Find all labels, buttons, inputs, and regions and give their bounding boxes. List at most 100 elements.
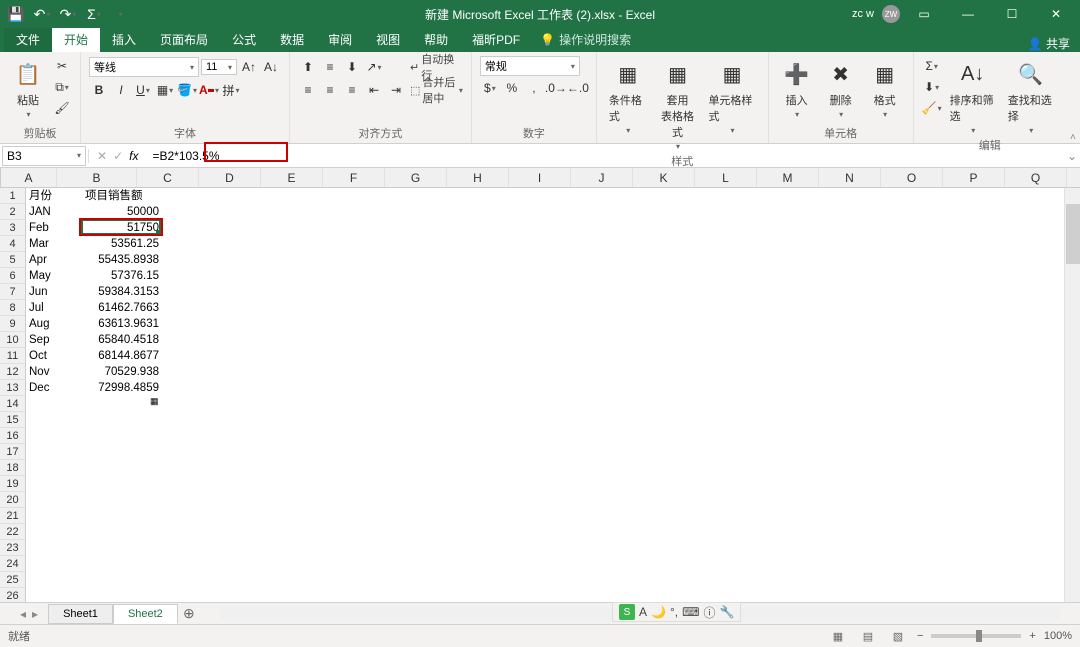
cell[interactable]: Mar	[26, 236, 82, 252]
row-header-13[interactable]: 13	[0, 380, 25, 396]
name-box[interactable]: B3▾	[2, 146, 86, 166]
col-header-R[interactable]: R	[1067, 168, 1080, 187]
enter-icon[interactable]: ✓	[113, 149, 123, 163]
tab-help[interactable]: 帮助	[412, 27, 460, 52]
user-name[interactable]: zc w	[852, 8, 874, 20]
conditional-format-button[interactable]: ▦条件格式▾	[605, 56, 651, 137]
tab-insert[interactable]: 插入	[100, 27, 148, 52]
cell[interactable]: Oct	[26, 348, 82, 364]
cell[interactable]: 70529.938	[82, 364, 162, 380]
cell[interactable]: Aug	[26, 316, 82, 332]
cell[interactable]: 51750	[82, 220, 162, 236]
cell[interactable]: 50000	[82, 204, 162, 220]
cell[interactable]: 63613.9631	[82, 316, 162, 332]
find-select-button[interactable]: 🔍查找和选择▾	[1004, 56, 1058, 137]
zoom-in-icon[interactable]: +	[1029, 630, 1035, 642]
increase-font-icon[interactable]: A↑	[239, 57, 259, 77]
expand-formula-icon[interactable]: ⌄	[1064, 149, 1080, 163]
percent-icon[interactable]: %	[502, 78, 522, 98]
col-header-C[interactable]: C	[137, 168, 199, 187]
save-icon[interactable]: 💾	[6, 4, 26, 24]
cell[interactable]: 项目销售额	[82, 188, 162, 204]
increase-decimal-icon[interactable]: .0→	[546, 78, 566, 98]
indent-decrease-icon[interactable]: ⇤	[364, 80, 384, 100]
ribbon-display-icon[interactable]: ▭	[904, 0, 944, 28]
col-header-K[interactable]: K	[633, 168, 695, 187]
ime-tray[interactable]: S A 🌙 °, ⌨ ⓘ 🔧	[612, 602, 741, 622]
close-icon[interactable]: ✕	[1036, 0, 1076, 28]
bold-button[interactable]: B	[89, 80, 109, 100]
ime-face-icon[interactable]: ⓘ	[703, 604, 715, 621]
zoom-slider[interactable]	[931, 634, 1021, 638]
phonetic-icon[interactable]: 拼▾	[221, 80, 241, 100]
tab-layout[interactable]: 页面布局	[148, 27, 220, 52]
indent-increase-icon[interactable]: ⇥	[386, 80, 406, 100]
col-header-H[interactable]: H	[447, 168, 509, 187]
col-header-D[interactable]: D	[199, 168, 261, 187]
decrease-decimal-icon[interactable]: ←.0	[568, 78, 588, 98]
tab-pdf[interactable]: 福昕PDF	[460, 27, 532, 52]
autosum-button[interactable]: Σ▾	[922, 56, 942, 76]
col-header-J[interactable]: J	[571, 168, 633, 187]
italic-button[interactable]: I	[111, 80, 131, 100]
row-header-7[interactable]: 7	[0, 284, 25, 300]
ime-punct-icon[interactable]: °,	[670, 605, 678, 619]
align-middle-icon[interactable]: ≡	[320, 57, 340, 77]
currency-icon[interactable]: $▾	[480, 78, 500, 98]
user-avatar[interactable]: ZW	[882, 5, 900, 23]
col-header-A[interactable]: A	[1, 168, 57, 187]
row-header-21[interactable]: 21	[0, 508, 25, 524]
normal-view-icon[interactable]: ▦	[827, 627, 849, 645]
row-header-23[interactable]: 23	[0, 540, 25, 556]
row-header-2[interactable]: 2	[0, 204, 25, 220]
tab-view[interactable]: 视图	[364, 27, 412, 52]
row-header-26[interactable]: 26	[0, 588, 25, 602]
autofill-options-icon[interactable]: ▦	[150, 396, 160, 406]
undo-icon[interactable]: ↶▾	[32, 4, 52, 24]
cell[interactable]: Apr	[26, 252, 82, 268]
row-header-18[interactable]: 18	[0, 460, 25, 476]
row-header-19[interactable]: 19	[0, 476, 25, 492]
tab-home[interactable]: 开始	[52, 27, 100, 52]
minimize-icon[interactable]: —	[948, 0, 988, 28]
col-header-P[interactable]: P	[943, 168, 1005, 187]
row-header-11[interactable]: 11	[0, 348, 25, 364]
cell[interactable]: Sep	[26, 332, 82, 348]
col-header-B[interactable]: B	[57, 168, 137, 187]
cell[interactable]: 57376.15	[82, 268, 162, 284]
vertical-scrollbar[interactable]	[1064, 188, 1080, 602]
cell[interactable]: Nov	[26, 364, 82, 380]
col-header-Q[interactable]: Q	[1005, 168, 1067, 187]
fx-icon[interactable]: fx	[129, 149, 138, 163]
cell[interactable]: 59384.3153	[82, 284, 162, 300]
cell[interactable]: JAN	[26, 204, 82, 220]
delete-cells-button[interactable]: ✖删除▾	[821, 56, 861, 121]
align-right-icon[interactable]: ≡	[342, 80, 362, 100]
row-header-8[interactable]: 8	[0, 300, 25, 316]
row-header-24[interactable]: 24	[0, 556, 25, 572]
cell[interactable]: 55435.8938	[82, 252, 162, 268]
cell[interactable]: 68144.8677	[82, 348, 162, 364]
underline-button[interactable]: U▾	[133, 80, 153, 100]
col-header-L[interactable]: L	[695, 168, 757, 187]
decrease-font-icon[interactable]: A↓	[261, 57, 281, 77]
cell-styles-button[interactable]: ▦单元格样式▾	[704, 56, 759, 137]
fill-color-button[interactable]: 🪣▾	[177, 80, 197, 100]
row-header-14[interactable]: 14	[0, 396, 25, 412]
spreadsheet[interactable]: ABCDEFGHIJKLMNOPQR 123456789101112131415…	[0, 168, 1080, 602]
tab-review[interactable]: 审阅	[316, 27, 364, 52]
col-header-N[interactable]: N	[819, 168, 881, 187]
cell[interactable]: May	[26, 268, 82, 284]
share-button[interactable]: 👤 共享	[1028, 35, 1070, 52]
cancel-icon[interactable]: ✕	[97, 149, 107, 163]
cell[interactable]: Dec	[26, 380, 82, 396]
sort-filter-button[interactable]: A↓排序和筛选▾	[946, 56, 1000, 137]
row-header-3[interactable]: 3	[0, 220, 25, 236]
col-header-M[interactable]: M	[757, 168, 819, 187]
format-painter-icon[interactable]: 🖌	[52, 98, 72, 118]
page-break-view-icon[interactable]: ▧	[887, 627, 909, 645]
add-sheet-button[interactable]: ⊕	[178, 605, 200, 622]
autosum-icon[interactable]: Σ▾	[84, 4, 104, 24]
cell[interactable]: Feb	[26, 220, 82, 236]
orientation-icon[interactable]: ↗▾	[364, 57, 384, 77]
